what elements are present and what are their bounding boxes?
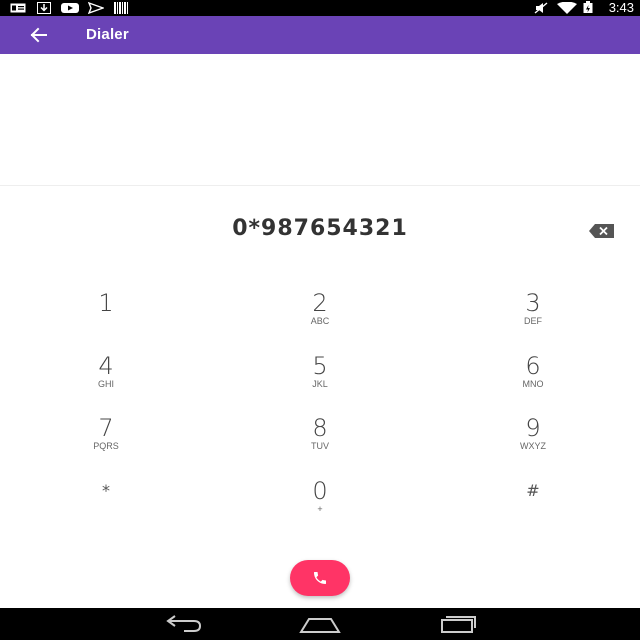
key-digit: 5 (312, 352, 328, 380)
key-letters: TUV (311, 441, 329, 451)
key-4[interactable]: 4 GHI (46, 353, 166, 409)
app-bar: Dialer (0, 16, 640, 54)
key-digit: 9 (525, 414, 541, 442)
key-2[interactable]: 2 ABC (260, 290, 380, 346)
call-button[interactable] (290, 560, 350, 596)
backspace-button[interactable] (589, 224, 615, 238)
key-digit: 8 (312, 414, 328, 442)
youtube-icon (61, 3, 79, 13)
battery-icon (583, 1, 593, 13)
back-icon (166, 615, 202, 632)
mute-icon (534, 2, 548, 14)
home-icon (299, 618, 341, 633)
barcode-icon (114, 2, 128, 14)
clock-time: 3:43 (608, 0, 634, 15)
navigation-bar (0, 608, 640, 640)
key-hash[interactable]: # (473, 478, 593, 534)
key-digit: 4 (98, 352, 114, 380)
key-3[interactable]: 3 DEF (473, 290, 593, 346)
key-digit: 0 (312, 477, 328, 505)
recents-icon (441, 616, 476, 633)
arrow-left-icon (30, 27, 47, 43)
key-6[interactable]: 6 MNO (473, 353, 593, 409)
backspace-icon (589, 224, 614, 238)
key-1[interactable]: 1 (46, 290, 166, 346)
nav-recents-button[interactable] (438, 614, 478, 634)
nav-home-button[interactable] (299, 614, 341, 634)
key-digit: 2 (312, 289, 328, 317)
key-digit: * (102, 481, 110, 500)
key-digit: 1 (98, 289, 114, 317)
key-letters: WXYZ (520, 441, 546, 451)
key-digit: 3 (525, 289, 541, 317)
key-letters: GHI (97, 379, 114, 389)
key-letters: DEF (524, 316, 542, 326)
key-letters: + (317, 504, 323, 514)
dialed-number: 0*987654321 (232, 216, 408, 241)
key-digit: 7 (98, 414, 114, 442)
key-5[interactable]: 5 JKL (260, 353, 380, 409)
id-card-icon (10, 3, 26, 13)
key-letters: MNO (522, 379, 544, 389)
send-icon (88, 2, 104, 14)
page-title: Dialer (86, 26, 129, 43)
back-button[interactable] (24, 22, 52, 48)
nav-back-button[interactable] (164, 614, 204, 634)
download-icon (37, 2, 51, 14)
key-digit: # (526, 481, 540, 500)
status-bar: 3:43 (0, 0, 640, 16)
call-log-area (0, 54, 640, 186)
key-letters: PQRS (93, 441, 119, 451)
key-digit: 6 (525, 352, 541, 380)
phone-icon (314, 572, 326, 584)
key-7[interactable]: 7 PQRS (46, 415, 166, 471)
key-letters: JKL (312, 379, 328, 389)
key-9[interactable]: 9 WXYZ (473, 415, 593, 471)
key-star[interactable]: * (46, 478, 166, 534)
wifi-icon (557, 2, 577, 14)
key-8[interactable]: 8 TUV (260, 415, 380, 471)
key-0[interactable]: 0 + (260, 478, 380, 534)
key-letters: ABC (310, 316, 330, 326)
